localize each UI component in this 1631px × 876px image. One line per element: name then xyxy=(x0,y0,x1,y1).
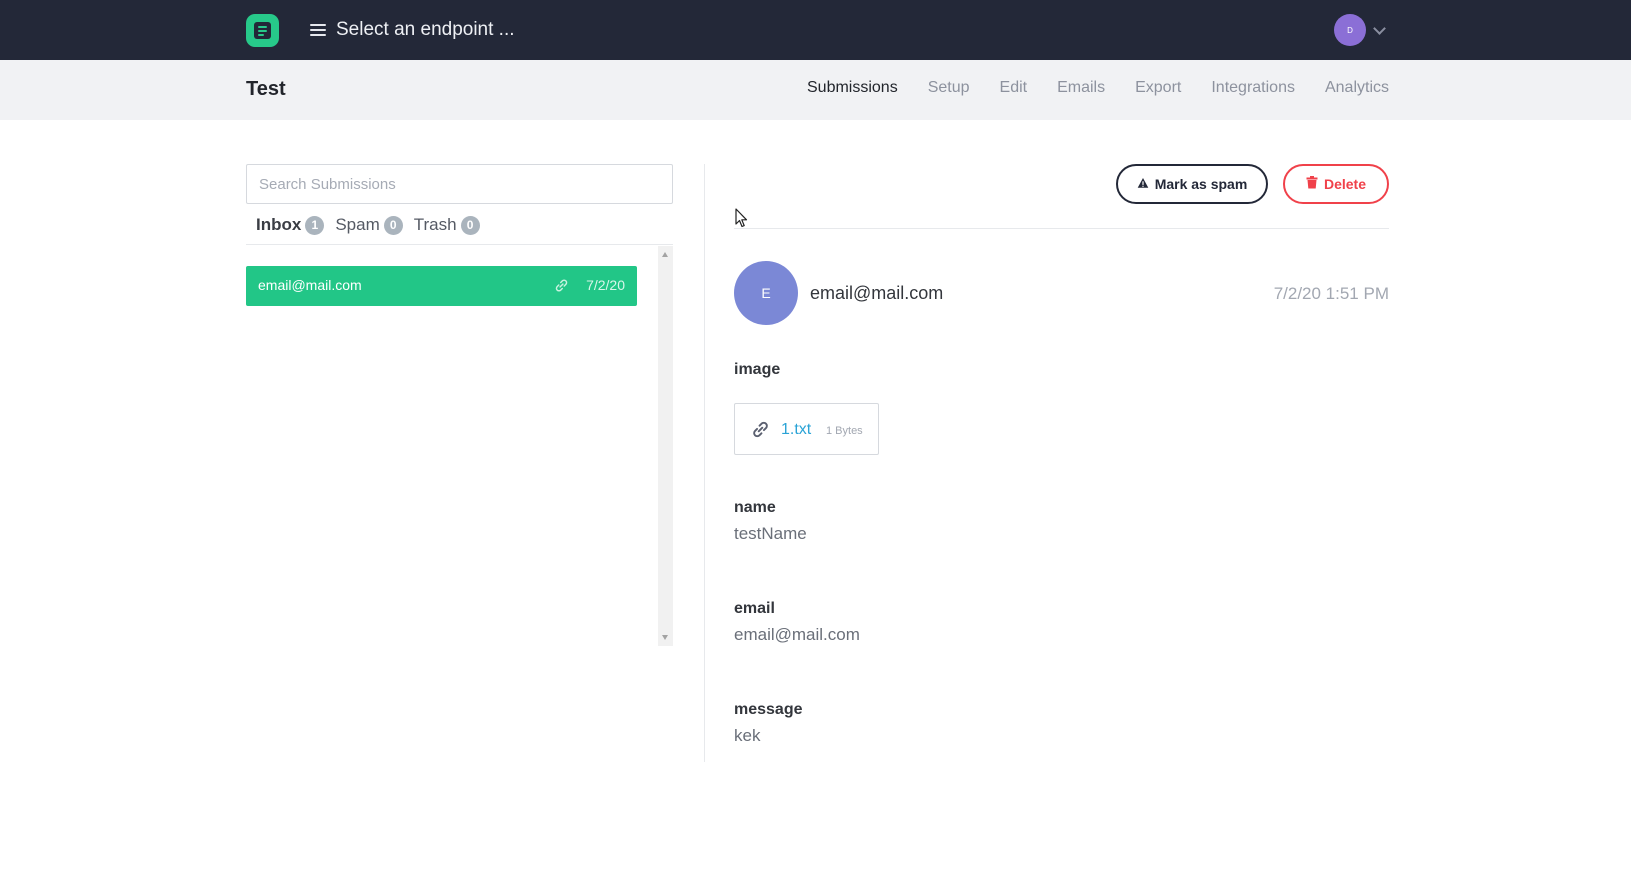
folder-inbox[interactable]: Inbox 1 xyxy=(256,215,325,235)
file-name-link[interactable]: 1.txt xyxy=(781,421,811,439)
endpoint-select-label: Select an endpoint ... xyxy=(336,19,515,40)
page-title: Test xyxy=(246,78,286,100)
search-input[interactable] xyxy=(246,164,673,204)
field-label-message: message xyxy=(734,701,803,718)
count-badge: 0 xyxy=(383,215,403,235)
file-attachment[interactable]: 1.txt 1 Bytes xyxy=(734,403,879,455)
tab-export[interactable]: Export xyxy=(1135,79,1181,97)
avatar: E xyxy=(734,261,798,325)
field-value-message: kek xyxy=(734,726,761,745)
endpoint-select[interactable]: Select an endpoint ... xyxy=(310,16,515,44)
top-navbar: Select an endpoint ... D xyxy=(0,0,1631,60)
count-badge: 0 xyxy=(460,215,480,235)
submission-timestamp: 7/2/20 1:51 PM xyxy=(1273,284,1389,303)
field-value-email: email@mail.com xyxy=(734,625,860,644)
folder-label: Inbox xyxy=(256,215,302,234)
scroll-down-icon[interactable] xyxy=(662,635,668,640)
mark-as-spam-label: Mark as spam xyxy=(1154,176,1248,192)
field-label-image: image xyxy=(734,361,781,378)
submission-date: 7/2/20 xyxy=(586,277,625,293)
list-scrollbar[interactable] xyxy=(658,246,673,646)
tab-emails[interactable]: Emails xyxy=(1057,79,1105,97)
chevron-down-icon[interactable] xyxy=(1373,21,1386,35)
attachment-icon xyxy=(554,278,569,298)
tab-analytics[interactable]: Analytics xyxy=(1325,79,1389,97)
submission-item[interactable]: email@mail.com 7/2/20 xyxy=(246,266,637,306)
file-size: 1 Bytes xyxy=(826,425,863,437)
trash-icon xyxy=(1306,176,1318,192)
tab-edit[interactable]: Edit xyxy=(1000,79,1028,97)
submission-from: email@mail.com xyxy=(258,277,362,293)
submission-list: email@mail.com 7/2/20 xyxy=(246,246,673,646)
folder-label: Spam xyxy=(335,215,380,234)
app-logo-icon[interactable] xyxy=(246,14,279,47)
form-tabs: Submissions Setup Edit Emails Export Int… xyxy=(777,79,1389,97)
divider xyxy=(734,228,1389,229)
folder-spam[interactable]: Spam 0 xyxy=(335,215,403,235)
folder-tabs: Inbox 1 Spam 0 Trash 0 xyxy=(256,215,491,235)
field-label-email: email xyxy=(734,600,775,617)
field-value-name: testName xyxy=(734,524,807,543)
delete-label: Delete xyxy=(1323,176,1367,192)
field-label-name: name xyxy=(734,499,776,516)
link-icon xyxy=(751,420,770,444)
form-header: Test Submissions Setup Edit Emails Expor… xyxy=(0,60,1631,120)
scroll-up-icon[interactable] xyxy=(662,252,668,257)
column-divider xyxy=(704,164,705,762)
delete-button[interactable]: Delete xyxy=(1283,164,1389,204)
mark-as-spam-button[interactable]: Mark as spam xyxy=(1116,164,1268,204)
user-avatar[interactable]: D xyxy=(1334,14,1366,46)
sender-email: email@mail.com xyxy=(810,283,944,303)
folder-label: Trash xyxy=(413,215,457,234)
menu-icon xyxy=(310,24,326,36)
user-menu[interactable]: D xyxy=(1334,14,1386,46)
count-badge: 1 xyxy=(305,215,325,235)
tab-setup[interactable]: Setup xyxy=(928,79,970,97)
mouse-cursor-icon xyxy=(735,208,749,233)
warning-icon xyxy=(1137,176,1149,192)
tab-submissions[interactable]: Submissions xyxy=(807,79,898,97)
divider xyxy=(246,244,673,245)
folder-trash[interactable]: Trash 0 xyxy=(414,215,480,235)
tab-integrations[interactable]: Integrations xyxy=(1211,79,1295,97)
